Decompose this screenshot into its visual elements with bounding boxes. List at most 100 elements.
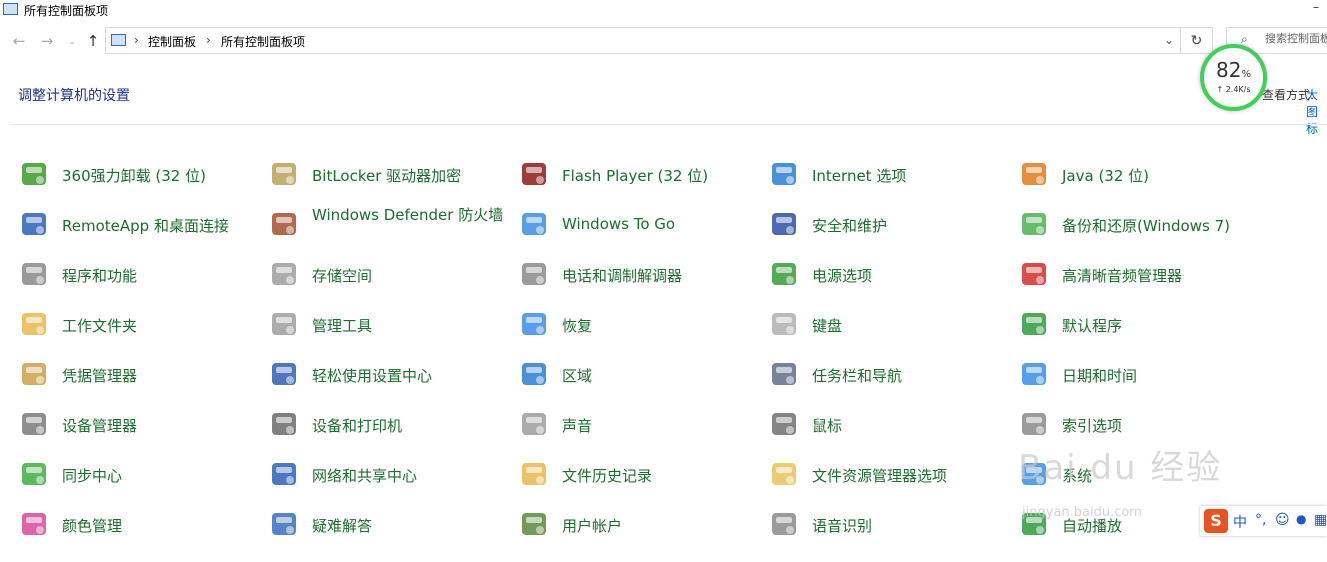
control-panel-item[interactable]: 颜色管理 xyxy=(18,505,258,545)
control-panel-item[interactable]: 鼠标 xyxy=(768,405,1008,445)
credential-icon xyxy=(18,358,50,390)
chevron-right-icon[interactable]: › xyxy=(134,33,139,47)
search-input[interactable] xyxy=(1265,32,1327,45)
control-panel-item[interactable]: 凭据管理器 xyxy=(18,355,258,395)
refresh-button[interactable]: ↻ xyxy=(1181,27,1213,54)
view-by-dropdown[interactable]: 大图标 xyxy=(1306,86,1327,137)
control-panel-item-label: 日期和时间 xyxy=(1062,367,1138,385)
up-button[interactable]: ↑ xyxy=(84,32,102,50)
control-panel-item-label: RemoteApp 和桌面连接 xyxy=(62,217,229,235)
control-panel-item[interactable]: 程序和功能 xyxy=(18,255,258,295)
forward-button[interactable]: → xyxy=(38,32,56,50)
control-panel-item[interactable]: 文件历史记录 xyxy=(518,455,758,495)
control-panel-item[interactable]: 轻松使用设置中心 xyxy=(268,355,508,395)
control-panel-item[interactable]: 键盘 xyxy=(768,305,1008,345)
java-icon xyxy=(1018,158,1050,190)
breadcrumb-control-panel[interactable]: 控制面板 xyxy=(148,33,196,50)
breadcrumb-all-items[interactable]: 所有控制面板项 xyxy=(221,33,305,50)
back-button[interactable]: ← xyxy=(10,32,28,50)
control-panel-item[interactable]: 安全和维护 xyxy=(768,205,1008,245)
control-panel-item[interactable]: Windows Defender 防火墙 xyxy=(268,205,508,245)
minimize-button[interactable]: – xyxy=(1309,0,1323,14)
control-panel-item[interactable]: 日期和时间 xyxy=(1018,355,1258,395)
control-panel-item[interactable]: BitLocker 驱动器加密 xyxy=(268,155,508,195)
folder-options-icon xyxy=(768,458,800,490)
sync-icon xyxy=(18,458,50,490)
control-panel-item[interactable]: 电话和调制解调器 xyxy=(518,255,758,295)
control-panel-icon xyxy=(3,3,18,15)
microphone-icon[interactable]: ● xyxy=(1296,512,1306,526)
mouse-icon xyxy=(768,408,800,440)
recovery-icon xyxy=(518,308,550,340)
admin-tools-icon xyxy=(268,308,300,340)
control-panel-item[interactable]: 恢复 xyxy=(518,305,758,345)
control-panel-item[interactable]: 管理工具 xyxy=(268,305,508,345)
control-panel-item[interactable]: Flash Player (32 位) xyxy=(518,155,758,195)
control-panel-item[interactable]: 声音 xyxy=(518,405,758,445)
control-panel-item[interactable]: 备份和还原(Windows 7) xyxy=(1018,205,1258,245)
control-panel-item[interactable]: 区域 xyxy=(518,355,758,395)
power-icon xyxy=(768,258,800,290)
control-panel-item-label: 键盘 xyxy=(812,317,843,335)
troubleshoot-icon xyxy=(268,508,300,540)
control-panel-item-label: Java (32 位) xyxy=(1062,167,1150,185)
control-panel-item[interactable]: 任务栏和导航 xyxy=(768,355,1008,395)
control-panel-item-label: 电话和调制解调器 xyxy=(562,267,683,285)
control-panel-item-label: 设备和打印机 xyxy=(312,417,403,435)
phone-icon xyxy=(518,258,550,290)
control-panel-item[interactable]: 设备管理器 xyxy=(18,405,258,445)
recent-locations-button[interactable]: ⌄ xyxy=(63,37,81,47)
emoji-icon[interactable]: ☺ xyxy=(1275,512,1290,528)
control-panel-item-label: Windows Defender 防火墙 xyxy=(312,206,504,224)
sogou-logo-icon[interactable]: S xyxy=(1204,509,1228,533)
control-panel-item[interactable]: 设备和打印机 xyxy=(268,405,508,445)
control-panel-item[interactable]: 网络和共享中心 xyxy=(268,455,508,495)
control-panel-icon xyxy=(111,34,126,46)
control-panel-item[interactable]: 用户帐户 xyxy=(518,505,758,545)
control-panel-item-label: 高清晰音频管理器 xyxy=(1062,267,1183,285)
control-panel-item[interactable]: 工作文件夹 xyxy=(18,305,258,345)
remoteapp-icon xyxy=(18,208,50,240)
ease-of-access-icon xyxy=(268,358,300,390)
control-panel-item[interactable]: 默认程序 xyxy=(1018,305,1258,345)
control-panel-item[interactable]: 文件资源管理器选项 xyxy=(768,455,1008,495)
control-panel-item[interactable]: 索引选项 xyxy=(1018,405,1258,445)
control-panel-item-label: 语音识别 xyxy=(812,517,873,535)
ime-toolbar[interactable]: S 中 °, ☺ ● ▦ xyxy=(1200,506,1327,536)
control-panel-item[interactable]: 高清晰音频管理器 xyxy=(1018,255,1258,295)
network-speed-gauge[interactable]: 82% ↑ 2.4K/s xyxy=(1200,44,1267,111)
address-dropdown-button[interactable]: ⌄ xyxy=(1164,33,1174,47)
control-panel-item-label: 声音 xyxy=(562,417,593,435)
audio-manager-icon xyxy=(1018,258,1050,290)
ime-more-icon[interactable]: ▦ xyxy=(1314,512,1327,528)
navigation-bar: ← → ⌄ ↑ › 控制面板 › 所有控制面板项 ⌄ ↻ ⌕ xyxy=(0,24,1327,58)
control-panel-item-label: 360强力卸载 (32 位) xyxy=(62,167,206,185)
uninstall-icon xyxy=(18,158,50,190)
control-panel-item-label: Windows To Go xyxy=(562,215,676,233)
chevron-right-icon[interactable]: › xyxy=(206,33,211,47)
control-panel-item-label: 恢复 xyxy=(562,317,593,335)
control-panel-item[interactable]: Windows To Go xyxy=(518,205,758,245)
control-panel-item-label: 索引选项 xyxy=(1062,417,1123,435)
control-panel-item-label: 文件历史记录 xyxy=(562,467,653,485)
control-panel-item[interactable]: 语音识别 xyxy=(768,505,1008,545)
control-panel-item-label: 安全和维护 xyxy=(812,217,888,235)
speaker-icon xyxy=(518,408,550,440)
control-panel-item[interactable]: 存储空间 xyxy=(268,255,508,295)
default-programs-icon xyxy=(1018,308,1050,340)
control-panel-item-label: 默认程序 xyxy=(1062,317,1123,335)
ime-mode-toggle[interactable]: 中 xyxy=(1233,512,1247,532)
control-panel-item-label: 用户帐户 xyxy=(562,517,623,535)
control-panel-item[interactable]: Java (32 位) xyxy=(1018,155,1258,195)
control-panel-item[interactable]: 疑难解答 xyxy=(268,505,508,545)
control-panel-item[interactable]: 电源选项 xyxy=(768,255,1008,295)
control-panel-item[interactable]: Internet 选项 xyxy=(768,155,1008,195)
control-panel-item[interactable]: 同步中心 xyxy=(18,455,258,495)
control-panel-item[interactable]: RemoteApp 和桌面连接 xyxy=(18,205,258,245)
internet-options-icon xyxy=(768,158,800,190)
page-title: 调整计算机的设置 xyxy=(18,88,130,104)
address-bar[interactable]: › 控制面板 › 所有控制面板项 ⌄ xyxy=(105,27,1181,54)
title-bar: 所有控制面板项 – xyxy=(0,0,1327,20)
ime-punctuation-toggle[interactable]: °, xyxy=(1255,512,1266,528)
control-panel-item[interactable]: 360强力卸载 (32 位) xyxy=(18,155,258,195)
